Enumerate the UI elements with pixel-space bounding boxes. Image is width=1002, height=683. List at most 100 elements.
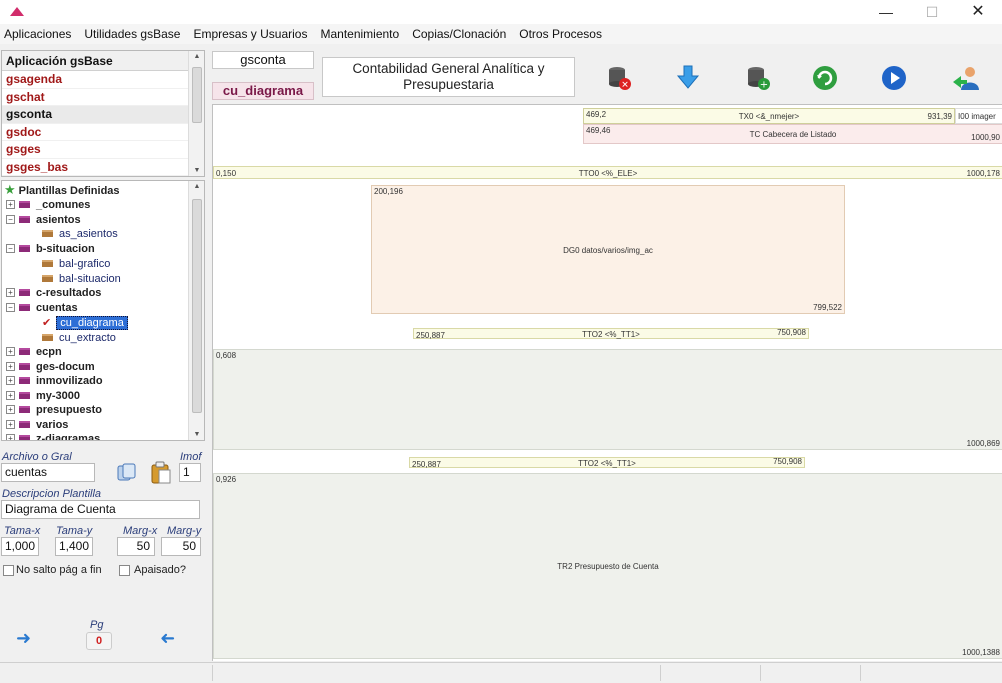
imof-input[interactable]: 1 [179, 463, 201, 482]
menu-aplicaciones[interactable]: Aplicaciones [4, 27, 71, 41]
band-coord-end: 1000,90 [971, 133, 1000, 142]
expand-icon[interactable]: + [6, 434, 15, 440]
tree-label: cuentas [36, 302, 78, 314]
app-item-gsconta[interactable]: gsconta [2, 106, 188, 124]
app-item-gsdoc[interactable]: gsdoc [2, 124, 188, 141]
menu-utilidades[interactable]: Utilidades gsBase [84, 27, 180, 41]
tree-leaf-bal-grafico[interactable]: bal-grafico [42, 257, 110, 271]
description-input[interactable]: Diagrama de Cuenta [1, 500, 200, 519]
delete-database-icon[interactable]: ✕ [605, 64, 633, 92]
tree-node-cuentas[interactable]: − cuentas [6, 301, 78, 315]
collapse-icon[interactable]: − [6, 244, 15, 253]
band-label: TTO0 <%_ELE> [578, 169, 638, 178]
tree-node-varios[interactable]: + varios [6, 418, 68, 432]
menu-empresas-usuarios[interactable]: Empresas y Usuarios [193, 27, 307, 41]
tree-node-my-3000[interactable]: + my-3000 [6, 389, 80, 403]
tree-node-ges-docum[interactable]: + ges-docum [6, 360, 95, 374]
apaisado-label: Apaisado? [134, 564, 186, 576]
tree-node-z-diagramas[interactable]: + z-diagramas [6, 432, 101, 441]
tree-node-presupuesto[interactable]: + presupuesto [6, 403, 102, 417]
band-tto2-top[interactable]: 250,887 TTO2 <%_TT1> 750,908 [413, 328, 809, 340]
scroll-thumb[interactable] [192, 67, 202, 123]
expand-icon[interactable]: + [6, 200, 15, 209]
collapse-icon[interactable]: − [6, 215, 15, 224]
tree-node-ecpn[interactable]: + ecpn [6, 345, 62, 359]
tree-node-c-resultados[interactable]: + c-resultados [6, 286, 101, 300]
tree-node-comunes[interactable]: + _comunes [6, 198, 90, 212]
band-tr2-presupuesto[interactable]: 0,926 TR2 Presupuesto de Cuenta 1000,138… [213, 473, 1002, 659]
copy-icon[interactable] [116, 462, 138, 484]
menu-mantenimiento[interactable]: Mantenimiento [320, 27, 399, 41]
maximize-button[interactable]: ☐ [912, 2, 952, 22]
tree-root[interactable]: ★ Plantillas Definidas [4, 183, 120, 198]
expand-icon[interactable]: + [6, 376, 15, 385]
band-i00[interactable]: I00 imager [955, 108, 1002, 124]
tree-leaf-as-asientos[interactable]: as_asientos [42, 227, 118, 241]
app-item-gsges-bas[interactable]: gsges_bas [2, 159, 188, 176]
folder-icon [19, 304, 30, 311]
scroll-down-icon[interactable]: ▼ [189, 431, 204, 438]
app-item-gschat[interactable]: gschat [2, 89, 188, 106]
tree-node-b-situacion[interactable]: − b-situacion [6, 242, 95, 256]
app-item-gsagenda[interactable]: gsagenda [2, 71, 188, 89]
template-canvas[interactable]: 469,2 TX0 <&_nmejer> 931,39 I00 imager 4… [212, 104, 1002, 661]
tree-label: varios [36, 419, 69, 431]
band-group-1[interactable]: 0,608 1000,869 [213, 349, 1002, 450]
tree-label: z-diagramas [36, 433, 101, 441]
scroll-up-icon[interactable]: ▲ [189, 183, 204, 190]
next-arrow-icon[interactable]: ➜ [16, 628, 31, 649]
band-tto0[interactable]: 0,150 TTO0 <%_ELE> 1000,178 [213, 166, 1002, 179]
menu-copias[interactable]: Copias/Clonación [412, 27, 506, 41]
expand-icon[interactable]: + [6, 405, 15, 414]
tama-y-label: Tama-y [56, 525, 93, 537]
tree-label: as_asientos [59, 228, 118, 240]
marg-x-input[interactable]: 50 [117, 537, 155, 556]
expand-icon[interactable]: + [6, 391, 15, 400]
application-list: Aplicación gsBase gsagenda gschat gscont… [1, 50, 205, 177]
refresh-icon[interactable] [811, 64, 839, 92]
download-arrow-icon[interactable] [674, 64, 702, 92]
tama-y-input[interactable]: 1,400 [55, 537, 93, 556]
apaisado-checkbox[interactable] [119, 565, 130, 576]
band-tc-cabecera[interactable]: 469,46 TC Cabecera de Listado 1000,90 [583, 124, 1002, 144]
scroll-thumb[interactable] [192, 199, 202, 413]
menu-bar: Aplicaciones Utilidades gsBase Empresas … [0, 24, 1002, 44]
tree-leaf-cu-extracto[interactable]: cu_extracto [42, 331, 116, 345]
expand-icon[interactable]: + [6, 288, 15, 297]
minimize-button[interactable]: — [866, 2, 906, 22]
expand-icon[interactable]: + [6, 420, 15, 429]
band-dg0-image[interactable]: 200,196 DG0 datos/varios/img_ac 799,522 [371, 185, 845, 314]
band-tto2-bottom[interactable]: 250,887 TTO2 <%_TT1> 750,908 [409, 457, 805, 469]
band-coord-end: 1000,1388 [962, 648, 1000, 657]
tree-label: ges-docum [36, 361, 95, 373]
menu-otros-procesos[interactable]: Otros Procesos [519, 27, 602, 41]
tree-leaf-cu-diagrama[interactable]: ✔ cu_diagrama [42, 316, 128, 330]
no-salto-checkbox[interactable] [3, 565, 14, 576]
application-list-header: Aplicación gsBase [2, 51, 188, 71]
app-item-gsges[interactable]: gsges [2, 141, 188, 159]
scroll-down-icon[interactable]: ▼ [189, 167, 204, 174]
scroll-up-icon[interactable]: ▲ [189, 53, 204, 60]
tree-node-inmovilizado[interactable]: + inmovilizado [6, 374, 103, 388]
marg-y-label: Marg-y [167, 525, 202, 537]
collapse-icon[interactable]: − [6, 303, 15, 312]
application-list-scrollbar[interactable]: ▲ ▼ [188, 51, 204, 176]
expand-icon[interactable]: + [6, 347, 15, 356]
archivo-input[interactable]: cuentas [1, 463, 95, 482]
play-icon[interactable] [880, 64, 908, 92]
paste-icon[interactable] [150, 461, 172, 485]
back-arrow-icon[interactable]: ➜ [160, 628, 175, 649]
tree-scrollbar[interactable]: ▲ ▼ [188, 181, 204, 440]
expand-icon[interactable]: + [6, 362, 15, 371]
add-database-icon[interactable]: + [744, 64, 772, 92]
user-exit-icon[interactable] [951, 64, 979, 92]
band-tx0[interactable]: 469,2 TX0 <&_nmejer> 931,39 [583, 108, 955, 124]
tree-node-asientos[interactable]: − asientos [6, 213, 81, 227]
tama-x-input[interactable]: 1,000 [1, 537, 39, 556]
marg-y-input[interactable]: 50 [161, 537, 201, 556]
close-button[interactable]: ✕ [958, 2, 998, 22]
tree-label-selected: cu_diagrama [56, 316, 128, 330]
tree-label: presupuesto [36, 404, 103, 416]
tree-leaf-bal-situacion[interactable]: bal-situacion [42, 272, 121, 286]
imof-label: Imof [180, 451, 202, 463]
